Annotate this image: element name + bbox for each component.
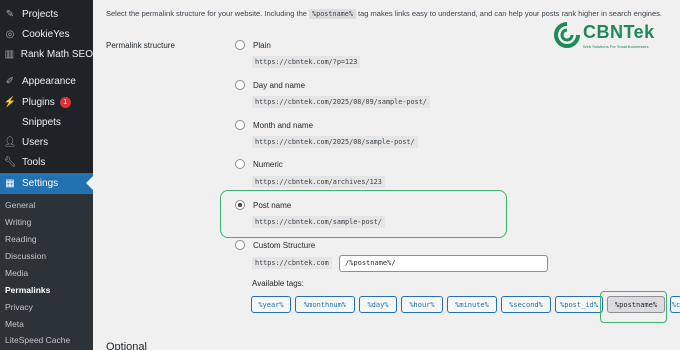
wrench-icon: 🔧︎ [3,156,17,168]
radio-month-and-name[interactable] [235,120,245,130]
settings-icon: ▦ [5,178,15,189]
tag-day-button[interactable]: %day% [359,296,397,313]
radio-post-name[interactable] [235,200,245,210]
sidebar-item-cookieyes[interactable]: ◎ CookieYes [0,25,93,43]
paintbrush-icon: ✐ [5,75,15,87]
post-name-highlight [220,190,507,238]
postname-tag-highlight [600,291,667,323]
sidebar-item-snippets[interactable]: Snippets [0,113,93,131]
option-post-name[interactable]: Post name [235,200,291,210]
available-tags-label: Available tags: [252,279,304,288]
intro-code: %postname% [309,9,356,19]
radio-custom-structure[interactable] [235,240,245,250]
url-day-and-name: https://cbntek.com/2025/08/09/sample-pos… [252,96,430,108]
sidebar-item-users[interactable]: 👤︎ Users [0,133,93,151]
user-icon: 👤︎ [3,136,17,148]
tag-hour-button[interactable]: %hour% [401,296,443,313]
url-numeric: https://cbntek.com/archives/123 [252,176,385,188]
submenu-reading[interactable]: Reading [5,234,37,244]
update-count-badge: 1 [59,96,71,108]
sidebar-item-projects[interactable]: ✎ Projects [0,5,93,23]
radio-day-and-name[interactable] [235,80,245,90]
permalink-structure-label: Permalink structure [106,41,175,50]
option-custom-structure[interactable]: Custom Structure [235,240,315,250]
submenu-media[interactable]: Media [5,268,28,278]
cbntek-logo-text: CBNTek [583,22,655,42]
cbntek-logo: CBNTek Web Solutions For Small Businesse… [554,22,680,54]
optional-heading: Optional [106,341,147,350]
url-month-and-name: https://cbntek.com/2025/08/sample-post/ [252,136,418,148]
sidebar-item-rank-math[interactable]: ▥ Rank Math SEO [0,45,93,63]
admin-sidebar: ✎ Projects ◎ CookieYes ▥ Rank Math SEO ✐… [0,0,93,350]
tag-post-id-button[interactable]: %post_id% [555,296,603,313]
sidebar-item-appearance[interactable]: ✐ Appearance [0,72,93,90]
custom-structure-input[interactable]: /%postname%/ [339,255,548,272]
url-plain: https://cbntek.com/?p=123 [252,56,361,68]
tag-category-button[interactable]: %c [670,296,680,313]
current-menu-arrow [86,175,93,191]
radio-numeric[interactable] [235,159,245,169]
chart-icon: ▥ [4,48,15,60]
tag-second-button[interactable]: %second% [501,296,551,313]
submenu-general[interactable]: General [5,200,35,210]
settings-submenu: General Writing Reading Discussion Media… [0,194,93,350]
intro-text: Select the permalink structure for your … [106,9,662,19]
submenu-discussion[interactable]: Discussion [5,251,46,261]
tag-minute-button[interactable]: %minute% [447,296,497,313]
cbntek-logo-tagline: Web Solutions For Small Businesses [583,44,649,49]
sidebar-item-tools[interactable]: 🔧︎ Tools [0,153,93,171]
submenu-writing[interactable]: Writing [5,217,31,227]
tag-monthnum-button[interactable]: %monthnum% [295,296,355,313]
submenu-permalinks[interactable]: Permalinks [5,285,50,295]
custom-base-url: https://cbntek.com [252,257,332,269]
option-numeric[interactable]: Numeric [235,159,283,169]
option-day-and-name[interactable]: Day and name [235,80,305,90]
cookie-icon: ◎ [5,28,15,40]
pin-icon: ✎ [5,8,15,20]
tag-year-button[interactable]: %year% [251,296,291,313]
option-month-and-name[interactable]: Month and name [235,120,313,130]
sidebar-item-settings[interactable]: ▦ Settings [0,173,93,194]
sidebar-item-plugins[interactable]: ⚡ Plugins 1 [0,93,93,111]
radio-plain[interactable] [235,40,245,50]
submenu-meta[interactable]: Meta [5,319,24,329]
submenu-privacy[interactable]: Privacy [5,302,33,312]
submenu-litespeed-cache[interactable]: LiteSpeed Cache [5,335,70,345]
cbntek-logo-icon [554,22,580,48]
url-post-name: https://cbntek.com/sample-post/ [252,216,385,228]
option-plain[interactable]: Plain [235,40,271,50]
plug-icon: ⚡ [3,96,17,108]
